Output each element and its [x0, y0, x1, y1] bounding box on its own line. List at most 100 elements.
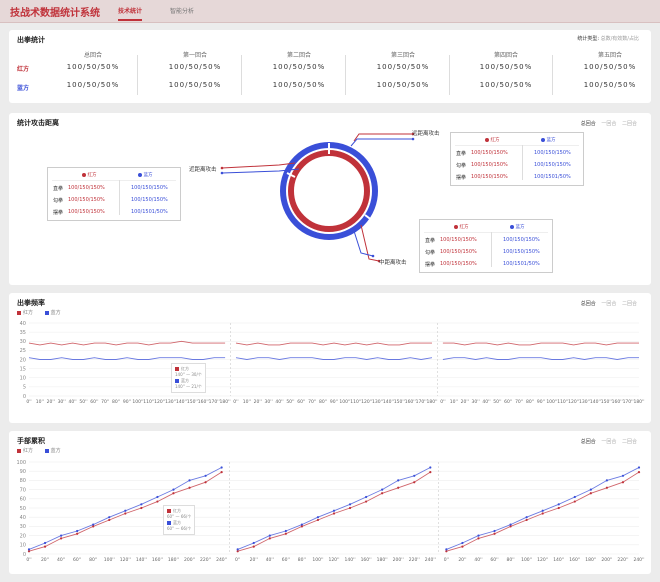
data-point-blue	[381, 488, 384, 491]
punch-stats-panel: 出拳统计 统计类型: 总数/有效数/占比 总回合 第一回合 第二回合 第三回合 …	[9, 30, 651, 103]
x-tick-label: 60''	[90, 399, 98, 405]
x-tick-label: 180''	[168, 557, 179, 563]
x-tick-label: 80''	[319, 399, 327, 405]
x-tick-label: 80''	[89, 557, 97, 563]
data-point-blue	[541, 509, 544, 512]
data-point-red	[332, 512, 336, 515]
tab-technical-stats[interactable]: 技术统计	[118, 6, 142, 15]
table-head-blue: 蓝方	[492, 224, 542, 230]
x-tick-label: 20''	[41, 557, 49, 563]
table-head-red: 红方	[64, 172, 114, 178]
data-point-blue	[573, 495, 576, 499]
table-value: 100/1501/50%	[534, 174, 571, 180]
row-label-hook: 勾拳	[425, 250, 436, 256]
x-tick-label: 180''	[426, 399, 437, 405]
stat-cell: 100/50/50%	[583, 63, 637, 71]
series-line-blue	[446, 467, 640, 550]
x-tick-label: 110''	[557, 399, 568, 405]
x-tick-label: 60''	[490, 557, 498, 563]
stat-cell: 100/50/50%	[479, 81, 533, 89]
table-value: 100/150/150%	[503, 237, 540, 243]
y-tick-label: 100	[16, 460, 26, 466]
x-tick-label: 150''	[394, 399, 405, 405]
data-point-blue	[220, 466, 223, 469]
data-point-blue	[60, 534, 63, 537]
x-tick-label: 220''	[409, 557, 420, 563]
x-tick-label: 140''	[176, 399, 187, 405]
row-label-swing: 摆拳	[53, 210, 64, 216]
x-tick-label: 60''	[297, 399, 305, 405]
x-tick-label: 180''	[220, 399, 231, 405]
x-tick-label: 160''	[198, 399, 209, 405]
table-value: 100/150/150%	[503, 249, 540, 255]
data-point-red	[589, 492, 592, 495]
x-tick-label: 20''	[250, 557, 258, 563]
round-header-total: 总回合	[83, 52, 102, 59]
ring-red	[288, 150, 370, 232]
x-tick-label: 0''	[444, 557, 449, 563]
divider	[137, 55, 138, 95]
x-tick-label: 40''	[474, 557, 482, 563]
data-point-red	[140, 506, 143, 510]
y-tick-label: 60	[20, 497, 26, 503]
mid-distance-label: 中距离攻击	[379, 260, 407, 266]
x-tick-label: 150''	[187, 399, 198, 405]
data-point-red	[573, 500, 576, 503]
y-tick-label: 70	[20, 487, 26, 493]
x-tick-label: 0''	[233, 399, 238, 405]
x-tick-label: 80''	[298, 557, 306, 563]
x-tick-label: 80''	[506, 557, 514, 563]
data-point-blue	[637, 466, 641, 469]
x-tick-label: 100''	[104, 557, 115, 563]
y-tick-label: 10	[20, 376, 26, 382]
x-tick-label: 30''	[58, 399, 66, 405]
x-tick-label: 120''	[120, 557, 131, 563]
data-point-blue	[76, 529, 79, 533]
stat-cell: 100/50/50%	[376, 63, 430, 71]
stat-cell: 100/50/50%	[272, 63, 326, 71]
x-tick-label: 60''	[73, 557, 81, 563]
x-tick-label: 120''	[361, 399, 372, 405]
x-tick-label: 70''	[308, 399, 316, 405]
callout-dot	[220, 166, 224, 170]
row-label-blue: 蓝方	[17, 85, 30, 92]
x-tick-label: 160''	[612, 399, 623, 405]
data-point-blue	[284, 529, 287, 533]
y-tick-label: 40	[20, 515, 26, 521]
data-point-blue	[332, 509, 336, 512]
data-point-red	[60, 537, 63, 540]
data-point-blue	[429, 466, 432, 469]
data-point-red	[461, 545, 464, 548]
tab-smart-analysis[interactable]: 智能分析	[170, 6, 194, 15]
x-tick-label: 50''	[79, 399, 87, 405]
table-head-blue: 蓝方	[120, 172, 170, 178]
table-value: 100/150/150%	[471, 150, 508, 156]
x-tick-label: 170''	[623, 399, 634, 405]
data-point-red	[348, 506, 352, 510]
y-tick-label: 20	[20, 357, 26, 363]
x-tick-label: 100''	[132, 399, 143, 405]
x-tick-label: 0''	[235, 557, 240, 563]
callout-dot	[411, 137, 415, 141]
ring-blue	[280, 142, 378, 240]
x-tick-label: 220''	[617, 557, 628, 563]
data-point-blue	[621, 474, 625, 477]
app-title: 技战术数据统计系统	[10, 8, 100, 19]
y-tick-label: 15	[20, 366, 26, 372]
data-point-blue	[188, 479, 191, 482]
x-tick-label: 80''	[112, 399, 120, 405]
y-tick-label: 50	[20, 506, 26, 512]
x-tick-label: 30''	[265, 399, 273, 405]
data-point-blue	[525, 516, 528, 519]
y-tick-label: 5	[23, 385, 26, 391]
y-tick-label: 35	[20, 330, 26, 336]
table-divider	[455, 145, 579, 146]
y-tick-label: 30	[20, 339, 26, 345]
data-point-blue	[27, 548, 31, 551]
data-point-red	[557, 506, 560, 510]
round-header-4: 第四回合	[493, 52, 518, 59]
frequency-line-chart: 05101520253035400'' 10'' 20'' 30'' 40'' 50'' 6…	[20, 321, 645, 405]
data-point-blue	[300, 523, 303, 526]
data-point-red	[621, 481, 625, 484]
x-tick-label: 50''	[286, 399, 294, 405]
